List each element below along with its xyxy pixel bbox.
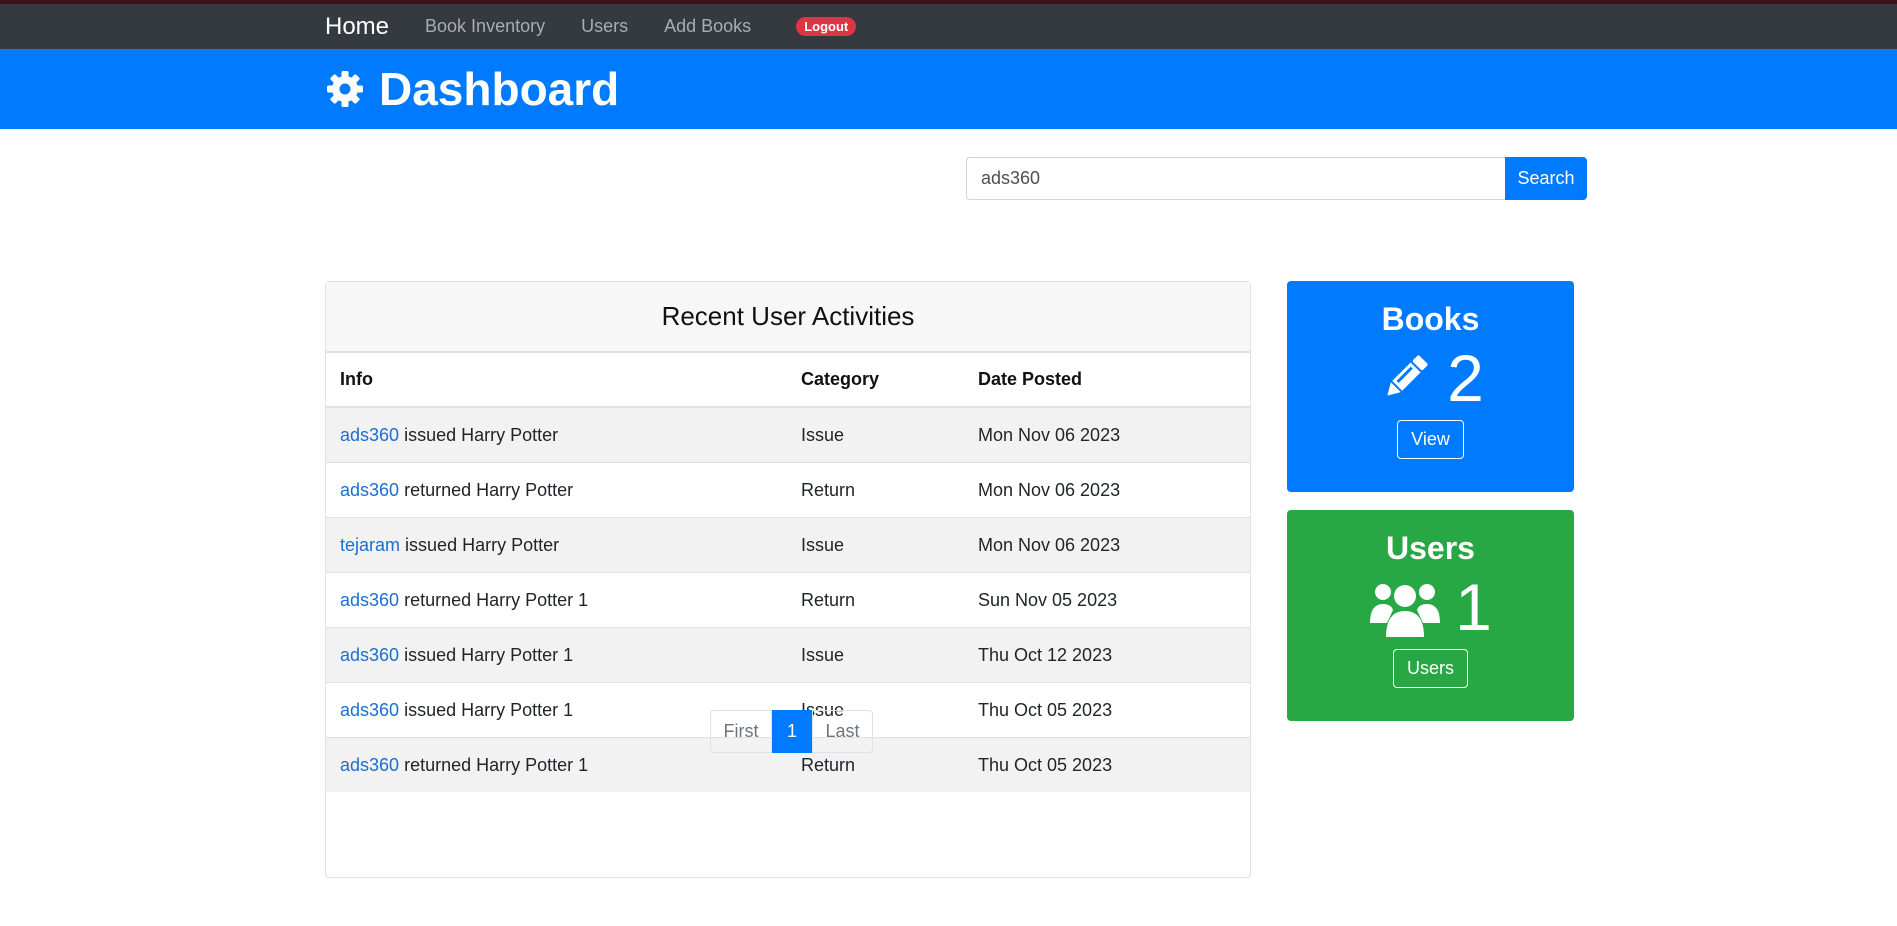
info-cell: ads360 returned Harry Potter 1	[326, 572, 787, 628]
date-cell: Thu Oct 05 2023	[964, 737, 1250, 792]
table-row: tejaram issued Harry Potter Issue Mon No…	[326, 517, 1250, 573]
table-row: ads360 issued Harry Potter Issue Mon Nov…	[326, 406, 1250, 463]
pagination-page-1[interactable]: 1	[772, 710, 812, 753]
category-cell: Return	[787, 462, 964, 518]
date-cell: Thu Oct 05 2023	[964, 682, 1250, 738]
view-users-button[interactable]: Users	[1392, 649, 1468, 688]
date-cell: Mon Nov 06 2023	[964, 517, 1250, 573]
activity-text: issued Harry Potter 1	[404, 644, 574, 665]
info-cell: ads360 issued Harry Potter 1	[326, 627, 787, 683]
nav-add-books-link[interactable]: Add Books	[664, 16, 751, 37]
activity-text: returned Harry Potter 1	[404, 589, 589, 610]
nav-users-link[interactable]: Users	[581, 16, 628, 37]
user-link[interactable]: ads360	[340, 425, 399, 445]
pagination-first[interactable]: First	[710, 710, 772, 753]
dashboard-header: Dashboard	[0, 49, 1897, 129]
category-cell: Issue	[787, 627, 964, 683]
user-link[interactable]: ads360	[340, 590, 399, 610]
page-title-text: Dashboard	[379, 63, 620, 115]
date-cell: Mon Nov 06 2023	[964, 406, 1250, 463]
page-title: Dashboard	[325, 49, 619, 129]
user-link[interactable]: tejaram	[340, 535, 400, 555]
activity-text: returned Harry Potter 1	[404, 754, 589, 775]
table-row: ads360 returned Harry Potter 1 Return Su…	[326, 572, 1250, 628]
table-header-row: Info Category Date Posted	[326, 353, 1250, 408]
user-link[interactable]: ads360	[340, 645, 399, 665]
info-cell: ads360 issued Harry Potter	[326, 406, 787, 463]
recent-activities-card: Recent User Activities Info Category Dat…	[325, 281, 1251, 878]
activity-text: issued Harry Potter	[404, 424, 559, 445]
navbar: Home Book Inventory Users Add Books Logo…	[0, 4, 1897, 49]
table-row: ads360 issued Harry Potter 1 Issue Thu O…	[326, 627, 1250, 683]
user-link[interactable]: ads360	[340, 755, 399, 775]
logout-button[interactable]: Logout	[796, 17, 857, 36]
pagination-last[interactable]: Last	[812, 710, 873, 753]
pencil-icon	[1387, 355, 1428, 396]
column-header-date: Date Posted	[964, 353, 1250, 408]
nav-home-link[interactable]: Home	[325, 13, 389, 41]
date-cell: Mon Nov 06 2023	[964, 462, 1250, 518]
search-form: Search	[966, 157, 1587, 200]
books-count: 2	[1447, 341, 1484, 415]
users-count: 1	[1455, 570, 1492, 644]
category-cell: Issue	[787, 517, 964, 573]
user-link[interactable]: ads360	[340, 480, 399, 500]
users-card-body: 1	[1287, 570, 1574, 644]
category-cell: Return	[787, 572, 964, 628]
date-cell: Thu Oct 12 2023	[964, 627, 1250, 683]
books-card-title: Books	[1381, 301, 1480, 337]
info-cell: tejaram issued Harry Potter	[326, 517, 787, 573]
table-row: ads360 returned Harry Potter Return Mon …	[326, 462, 1250, 518]
column-header-category: Category	[787, 353, 964, 408]
nav-book-inventory-link[interactable]: Book Inventory	[425, 16, 545, 37]
activity-text: issued Harry Potter	[405, 534, 560, 555]
info-cell: ads360 returned Harry Potter	[326, 462, 787, 518]
books-stat-card: Books 2 View	[1287, 281, 1574, 492]
search-button[interactable]: Search	[1505, 157, 1587, 200]
user-link[interactable]: ads360	[340, 700, 399, 720]
activity-text: returned Harry Potter	[404, 479, 574, 500]
recent-activities-title: Recent User Activities	[326, 282, 1250, 353]
users-card-title: Users	[1386, 530, 1475, 566]
category-cell: Issue	[787, 406, 964, 463]
books-card-body: 2	[1287, 341, 1574, 415]
activity-text: issued Harry Potter 1	[404, 699, 574, 720]
search-input[interactable]	[966, 157, 1505, 200]
gear-icon	[327, 71, 363, 107]
date-cell: Sun Nov 05 2023	[964, 572, 1250, 628]
pagination: First 1 Last	[710, 710, 873, 753]
users-stat-card: Users 1 Users	[1287, 510, 1574, 721]
view-books-button[interactable]: View	[1397, 420, 1464, 459]
users-icon	[1370, 584, 1441, 637]
column-header-info: Info	[326, 353, 787, 408]
